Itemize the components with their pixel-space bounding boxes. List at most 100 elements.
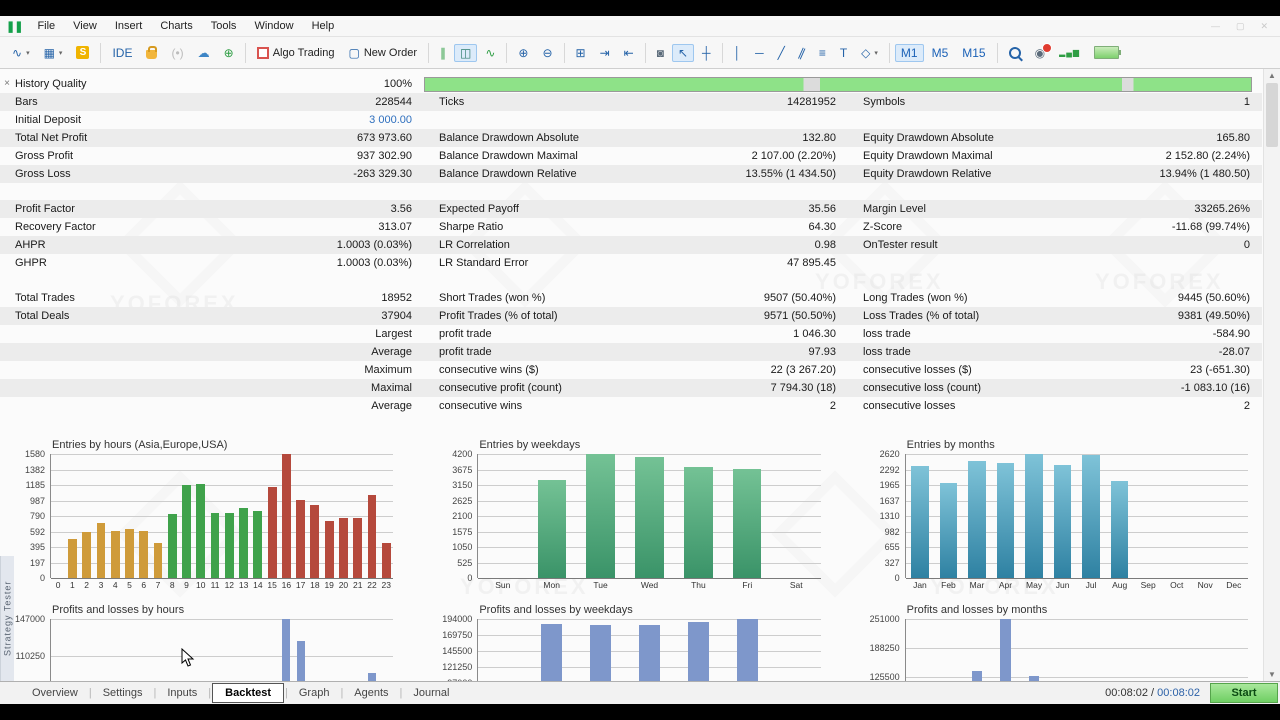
menu-window[interactable]: Window xyxy=(245,18,302,34)
bar-Mar xyxy=(968,461,986,578)
signals-icon[interactable]: (•) xyxy=(165,44,189,62)
timeframe-m5-button[interactable]: M5 xyxy=(926,44,955,62)
table-cell: Long Trades (won %)9445 (50.60%) xyxy=(848,292,1262,304)
bar-6 xyxy=(139,531,148,578)
timeframe-m1-button[interactable]: M1 xyxy=(895,44,924,62)
profiles-icon[interactable]: ▦▾ xyxy=(38,44,69,62)
test-duration: 00:08:02 / 00:08:02 xyxy=(1105,687,1200,699)
cursor-icon[interactable]: ↖ xyxy=(672,44,694,62)
tab-agents[interactable]: Agents xyxy=(344,685,398,701)
dock-left-icon[interactable]: ⇤ xyxy=(618,44,640,62)
connection-battery-icon[interactable] xyxy=(1088,43,1125,62)
bar-Apr xyxy=(997,463,1015,578)
channel-icon[interactable]: ∥ xyxy=(793,44,811,62)
dock-right-icon[interactable]: ⇥ xyxy=(594,44,616,62)
new-chart-icon[interactable]: ∿▾ xyxy=(6,44,36,62)
maximize-button[interactable]: ▢ xyxy=(1236,21,1245,32)
tab-separator: | xyxy=(208,687,211,699)
bar-18 xyxy=(310,505,319,578)
table-cell: Equity Drawdown Maximal2 152.80 (2.24%) xyxy=(848,150,1262,162)
table-cell: profit trade97.93 xyxy=(424,346,848,358)
table-cell: Maximum xyxy=(0,364,424,376)
chart-title: Profits and losses by months xyxy=(907,604,1248,616)
tile-windows-icon[interactable]: ⊞ xyxy=(570,44,592,62)
bar-16 xyxy=(282,619,290,681)
table-row: Gross Loss-263 329.30Balance Drawdown Re… xyxy=(0,165,1262,183)
table-cell: loss trade-28.07 xyxy=(848,346,1262,358)
minimize-button[interactable]: — xyxy=(1211,21,1220,32)
chart: Profits and losses by hours1470001102507… xyxy=(14,604,393,681)
chart-title: Profits and losses by weekdays xyxy=(479,604,820,616)
menu-charts[interactable]: Charts xyxy=(151,18,201,34)
new-order-button[interactable]: ▢New Order xyxy=(342,44,423,62)
menu-tools[interactable]: Tools xyxy=(202,18,246,34)
text-tool-icon[interactable]: T xyxy=(834,44,853,62)
backtest-report: × YOFOREX YOFOREX YOFOREX YOFOREX YOFORE… xyxy=(0,69,1280,681)
tab-journal[interactable]: Journal xyxy=(403,685,459,701)
table-row: Total Net Profit673 973.60Balance Drawdo… xyxy=(0,129,1262,147)
timeframe-m15-button[interactable]: M15 xyxy=(956,44,991,62)
scrollbar-thumb[interactable] xyxy=(1266,83,1278,147)
tab-settings[interactable]: Settings xyxy=(93,685,153,701)
menu-help[interactable]: Help xyxy=(303,18,344,34)
table-cell: Z-Score-11.68 (99.74%) xyxy=(848,221,1262,233)
menu-items: FileViewInsertChartsToolsWindowHelp xyxy=(28,20,343,32)
zoom-in-icon[interactable]: ⊕ xyxy=(512,44,534,62)
bar-5 xyxy=(125,529,134,578)
table-cell: History Quality100% xyxy=(0,78,424,90)
bar-Fri xyxy=(737,619,758,681)
table-row: Total Trades18952Short Trades (won %)950… xyxy=(0,289,1262,307)
bar-23 xyxy=(382,543,391,578)
line-chart-icon[interactable]: ∿ xyxy=(479,44,501,62)
candles-chart-icon[interactable]: ◫ xyxy=(454,44,477,62)
algo-trading-button[interactable]: Algo Trading xyxy=(251,44,341,62)
shapes-icon[interactable]: ◇▾ xyxy=(855,44,884,62)
bar-Mon xyxy=(538,480,566,578)
chart: Entries by months26202292196516371310982… xyxy=(869,439,1248,590)
bars-chart-icon[interactable]: ∥ xyxy=(434,44,452,62)
search-icon[interactable] xyxy=(1003,44,1027,62)
horizontal-line-icon[interactable]: ─ xyxy=(749,44,770,62)
start-button[interactable]: Start xyxy=(1210,683,1278,703)
tab-overview[interactable]: Overview xyxy=(22,685,88,701)
table-gap xyxy=(0,272,1262,289)
market-icon[interactable] xyxy=(140,43,163,62)
table-row: Largestprofit trade1 046.30loss trade-58… xyxy=(0,325,1262,343)
scroll-down-icon[interactable]: ▼ xyxy=(1264,670,1280,679)
web-terminal-icon[interactable]: ⊕ xyxy=(218,44,240,62)
menu-file[interactable]: File xyxy=(28,18,64,34)
fibonacci-icon[interactable]: ≡ xyxy=(813,44,832,62)
x-axis: JanFebMarAprMayJunJulAugSepOctNovDec xyxy=(906,580,1248,590)
tabs: Overview|Settings|Inputs|Backtest|Graph|… xyxy=(22,687,459,699)
menu-bar: ❚❚ FileViewInsertChartsToolsWindowHelp —… xyxy=(0,16,1280,37)
table-cell: Recovery Factor313.07 xyxy=(0,221,424,233)
vertical-line-icon[interactable]: │ xyxy=(728,44,748,62)
table-row: Total Deals37904Profit Trades (% of tota… xyxy=(0,307,1262,325)
notifications-icon[interactable]: ◉ xyxy=(1029,44,1051,62)
chart: Profits and losses by weekdays1940001697… xyxy=(441,604,820,681)
tab-graph[interactable]: Graph xyxy=(289,685,340,701)
connection-signal-icon[interactable]: ▂▄▆ xyxy=(1053,45,1086,60)
tab-backtest[interactable]: Backtest xyxy=(212,683,284,703)
trendline-icon[interactable]: ╱ xyxy=(772,44,791,62)
chart-title: Entries by hours (Asia,Europe,USA) xyxy=(52,439,393,451)
cloud-icon[interactable]: ☁ xyxy=(192,44,216,62)
bar-20 xyxy=(339,518,348,578)
metaeditor-ide-icon[interactable]: IDE xyxy=(106,44,138,62)
menu-insert[interactable]: Insert xyxy=(106,18,152,34)
table-row: GHPR1.0003 (0.03%)LR Standard Error47 89… xyxy=(0,254,1262,272)
vertical-scrollbar[interactable]: ▲ ▼ xyxy=(1263,69,1280,681)
tab-inputs[interactable]: Inputs xyxy=(157,685,207,701)
screenshot-camera-icon[interactable]: ◙ xyxy=(651,44,670,62)
bar-9 xyxy=(182,485,191,578)
zoom-out-icon[interactable]: ⊖ xyxy=(536,44,558,62)
table-cell: OnTester result0 xyxy=(848,239,1262,251)
crosshair-icon[interactable]: ┼ xyxy=(696,44,717,62)
bar-Fri xyxy=(733,469,761,578)
bar-Wed xyxy=(639,625,660,681)
mql5-community-icon[interactable]: S xyxy=(70,43,95,62)
menu-view[interactable]: View xyxy=(64,18,106,34)
scroll-up-icon[interactable]: ▲ xyxy=(1264,71,1280,80)
plot-area xyxy=(477,619,820,681)
close-button[interactable]: ✕ xyxy=(1260,21,1268,32)
